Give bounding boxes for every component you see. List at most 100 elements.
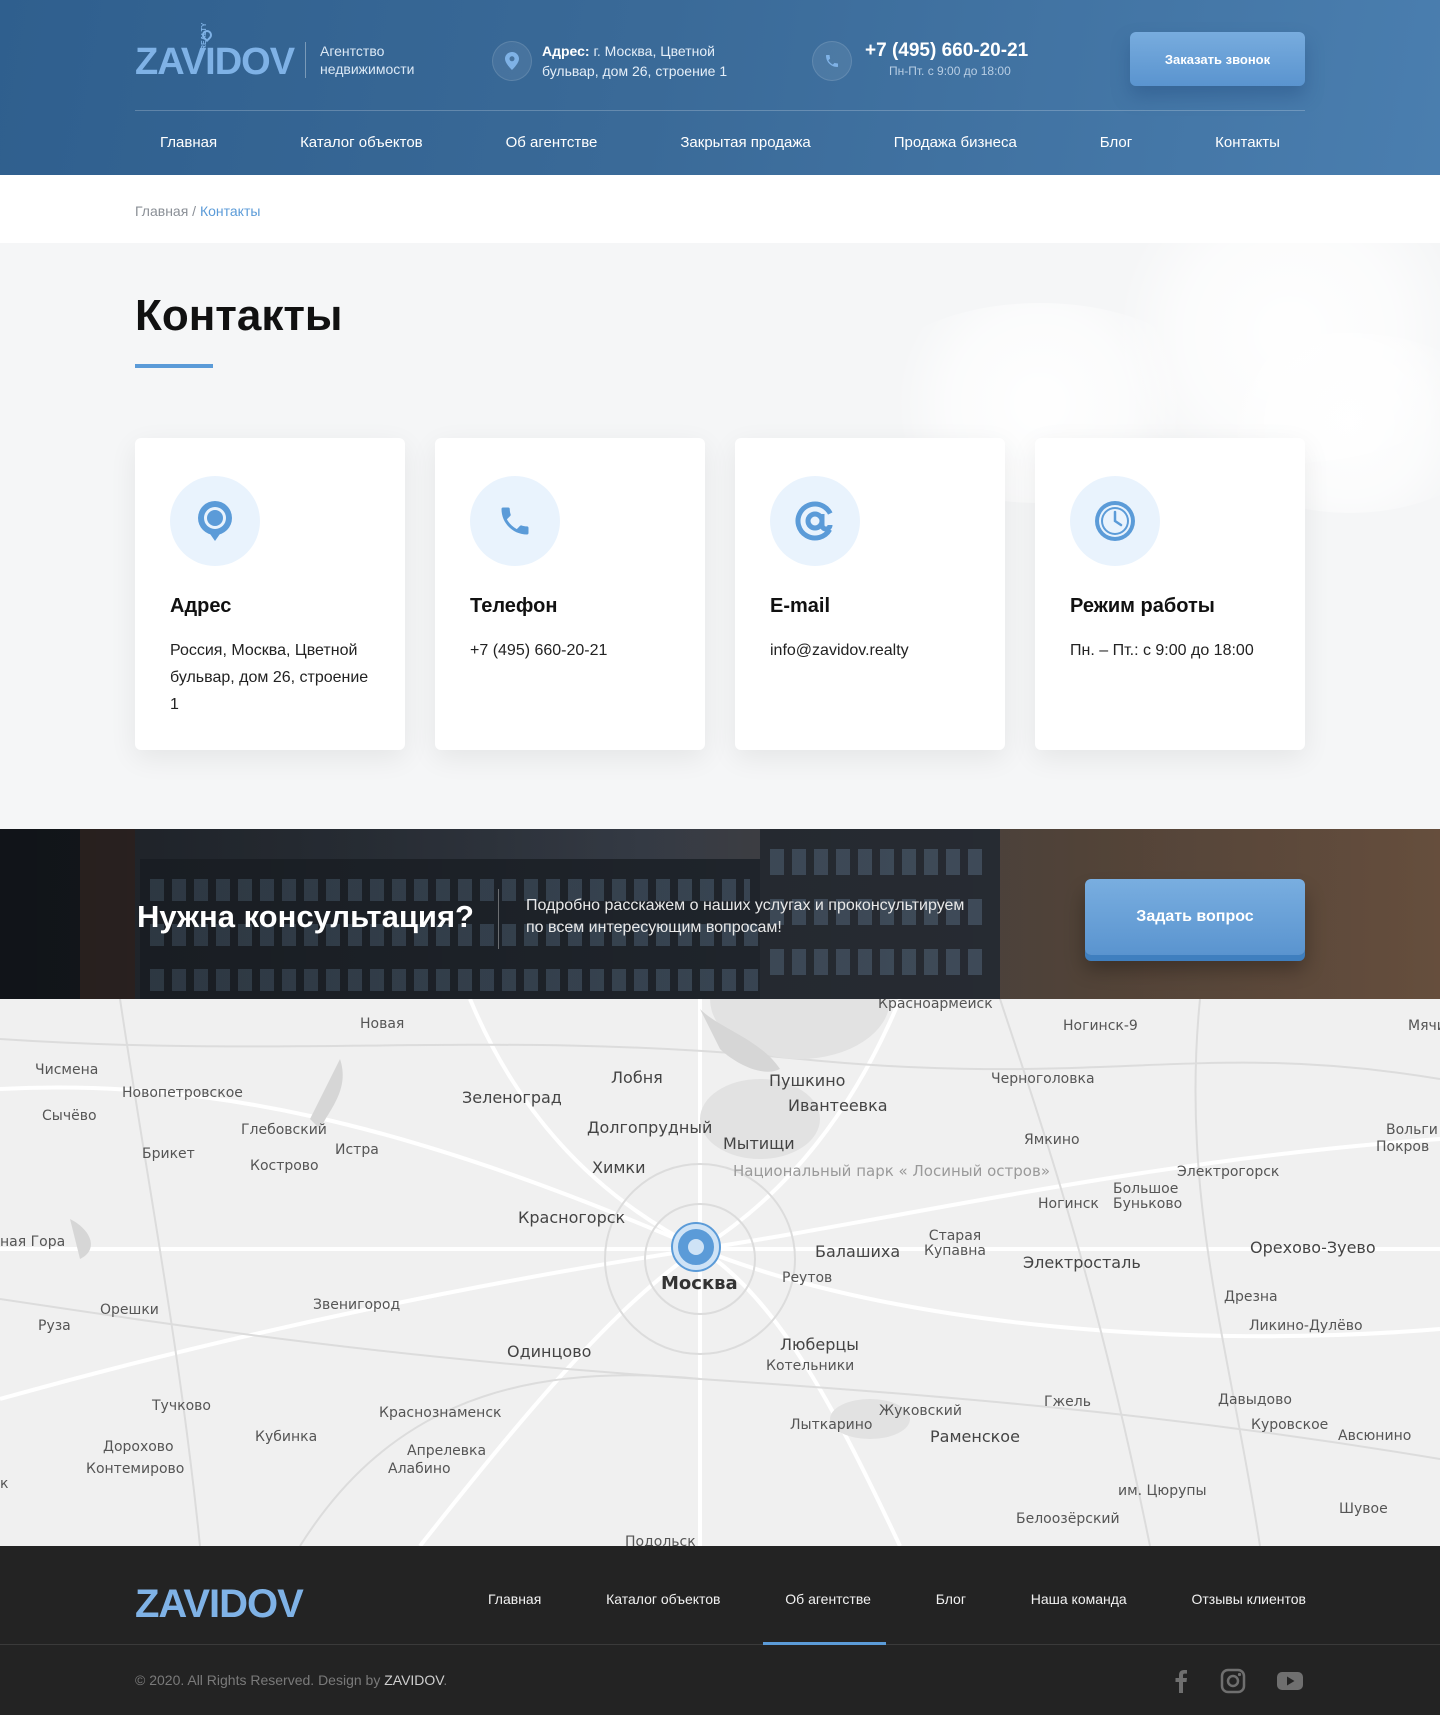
footer-nav-catalog[interactable]: Каталог объектов	[606, 1591, 720, 1607]
map-label: Одинцово	[507, 1342, 592, 1361]
footer-nav-home[interactable]: Главная	[488, 1591, 541, 1607]
contacts-section: Контакты Адрес Россия, Москва, Цветной б…	[0, 243, 1440, 829]
consult-divider	[498, 889, 499, 949]
map-label: Руза	[38, 1318, 71, 1334]
map-label: Жуковский	[879, 1403, 962, 1419]
map-label: ная Гора	[0, 1234, 66, 1250]
map-label: Химки	[592, 1158, 646, 1177]
logo-text: ZAVIDOV	[135, 41, 295, 83]
logo-subtext: REALTY	[201, 22, 208, 50]
map-label: Истра	[335, 1142, 379, 1158]
contact-card-address: Адрес Россия, Москва, Цветной бульвар, д…	[135, 438, 405, 750]
map-label: Контемирово	[86, 1461, 185, 1477]
nav-about[interactable]: Об агентстве	[506, 134, 598, 151]
map-label: Глебовский	[241, 1122, 327, 1138]
phone-icon	[470, 476, 560, 566]
map-label: Ликино-Дулёво	[1249, 1318, 1363, 1334]
map-label: Дрезна	[1224, 1289, 1278, 1305]
card-title: Режим работы	[1070, 595, 1215, 617]
footer-nav-blog[interactable]: Блог	[936, 1591, 966, 1607]
map-label: Мытищи	[723, 1134, 795, 1153]
callback-button[interactable]: Заказать звонок	[1130, 32, 1305, 86]
nav-contacts[interactable]: Контакты	[1215, 134, 1280, 151]
map-label: Лобня	[611, 1068, 663, 1087]
facebook-icon[interactable]	[1168, 1668, 1194, 1694]
nav-business-sale[interactable]: Продажа бизнеса	[894, 134, 1017, 151]
map-label: Ивантеевка	[788, 1096, 888, 1115]
location-pin-icon	[170, 476, 260, 566]
map-label: Люберцы	[780, 1335, 859, 1354]
footer-nav-team[interactable]: Наша команда	[1031, 1591, 1127, 1607]
map-label: Тучково	[152, 1398, 211, 1414]
map-label: Котельники	[766, 1358, 855, 1374]
header-address: Адрес: г. Москва, Цветной бульвар, дом 2…	[542, 41, 752, 81]
map-marker-icon[interactable]	[673, 1224, 719, 1270]
contact-card-email: E-mail info@zavidov.realty	[735, 438, 1005, 750]
map-label: Старая Купавна	[924, 1228, 986, 1259]
map-label: Электросталь	[1023, 1253, 1141, 1272]
footer-logo-text: ZAVIDOV	[135, 1582, 304, 1626]
map-label: Алабино	[388, 1461, 451, 1477]
ask-question-button[interactable]: Задать вопрос	[1085, 879, 1305, 955]
copyright-brand: ZAVIDOV	[384, 1672, 444, 1688]
card-text[interactable]: +7 (495) 660-20-21	[470, 637, 675, 664]
card-text[interactable]: info@zavidov.realty	[770, 637, 975, 664]
map-label: Мячи	[1408, 1018, 1440, 1034]
map-label: Ногинск	[1038, 1196, 1099, 1212]
map-label: Черноголовка	[991, 1071, 1095, 1087]
map-label: Дорохово	[103, 1439, 174, 1455]
map-label: Новопетровское	[122, 1085, 243, 1101]
map-label: Кубинка	[255, 1429, 318, 1445]
header-hours: Пн-Пт. с 9:00 до 18:00	[889, 64, 1011, 78]
map[interactable]: Красноармейск Новая Ногинск-9 Мячи Чисме…	[0, 999, 1440, 1546]
footer-divider	[0, 1644, 1440, 1645]
page-title: Контакты	[135, 291, 343, 340]
map-label: Большое Буньково	[1113, 1181, 1183, 1212]
title-underline	[135, 364, 213, 368]
site-footer: ZAVIDOV Главная Каталог объектов Об аген…	[0, 1546, 1440, 1715]
map-label: Шувое	[1339, 1501, 1388, 1517]
contact-card-phone: Телефон +7 (495) 660-20-21	[435, 438, 705, 750]
footer-nav-about[interactable]: Об агентстве	[785, 1591, 871, 1607]
card-title: Телефон	[470, 595, 558, 617]
map-label: Давыдово	[1218, 1392, 1292, 1408]
clock-icon	[1070, 476, 1160, 566]
card-title: Адрес	[170, 595, 232, 617]
footer-nav-active-indicator	[763, 1642, 886, 1645]
youtube-icon[interactable]	[1277, 1668, 1303, 1694]
breadcrumb: Главная / Контакты	[135, 203, 260, 219]
map-label: Красноармейск	[878, 999, 993, 1012]
map-label: Раменское	[930, 1427, 1020, 1446]
copyright-suffix: .	[443, 1672, 448, 1688]
consult-banner: Нужна консультация? Подробно расскажем о…	[0, 829, 1440, 999]
map-label: Орехово-Зуево	[1250, 1238, 1376, 1257]
map-label: Лыткарино	[790, 1417, 873, 1433]
nav-closed-sale[interactable]: Закрытая продажа	[680, 134, 810, 151]
breadcrumb-home[interactable]: Главная	[135, 203, 188, 219]
map-label-moscow: Москва	[661, 1273, 738, 1294]
at-sign-icon	[770, 476, 860, 566]
nav-catalog[interactable]: Каталог объектов	[300, 134, 423, 151]
map-label: Электрогорск	[1177, 1164, 1280, 1180]
main-nav: Главная Каталог объектов Об агентстве За…	[135, 110, 1305, 175]
phone-icon	[812, 41, 852, 81]
logo[interactable]: ZAVIDOV REALTY	[135, 23, 295, 84]
footer-nav-reviews[interactable]: Отзывы клиентов	[1192, 1591, 1306, 1607]
map-label: Зеленоград	[462, 1088, 562, 1107]
header-phone[interactable]: +7 (495) 660-20-21	[865, 40, 1028, 62]
map-label: Орешки	[100, 1302, 159, 1318]
nav-blog[interactable]: Блог	[1100, 134, 1132, 151]
tagline: Агентство недвижимости	[305, 42, 435, 78]
map-label: Подольск	[625, 1534, 696, 1546]
footer-logo[interactable]: ZAVIDOV	[135, 1582, 304, 1626]
nav-home[interactable]: Главная	[160, 134, 217, 151]
map-label: Ямкино	[1024, 1132, 1080, 1148]
map-label: Чисмена	[35, 1062, 99, 1078]
instagram-icon[interactable]	[1220, 1668, 1246, 1694]
card-text: Россия, Москва, Цветной бульвар, дом 26,…	[170, 642, 369, 713]
card-title: E-mail	[770, 595, 831, 617]
map-label: к	[0, 1476, 9, 1492]
map-label: Балашиха	[815, 1242, 901, 1261]
map-label: Белоозёрский	[1016, 1511, 1120, 1527]
breadcrumb-separator: /	[188, 203, 200, 219]
